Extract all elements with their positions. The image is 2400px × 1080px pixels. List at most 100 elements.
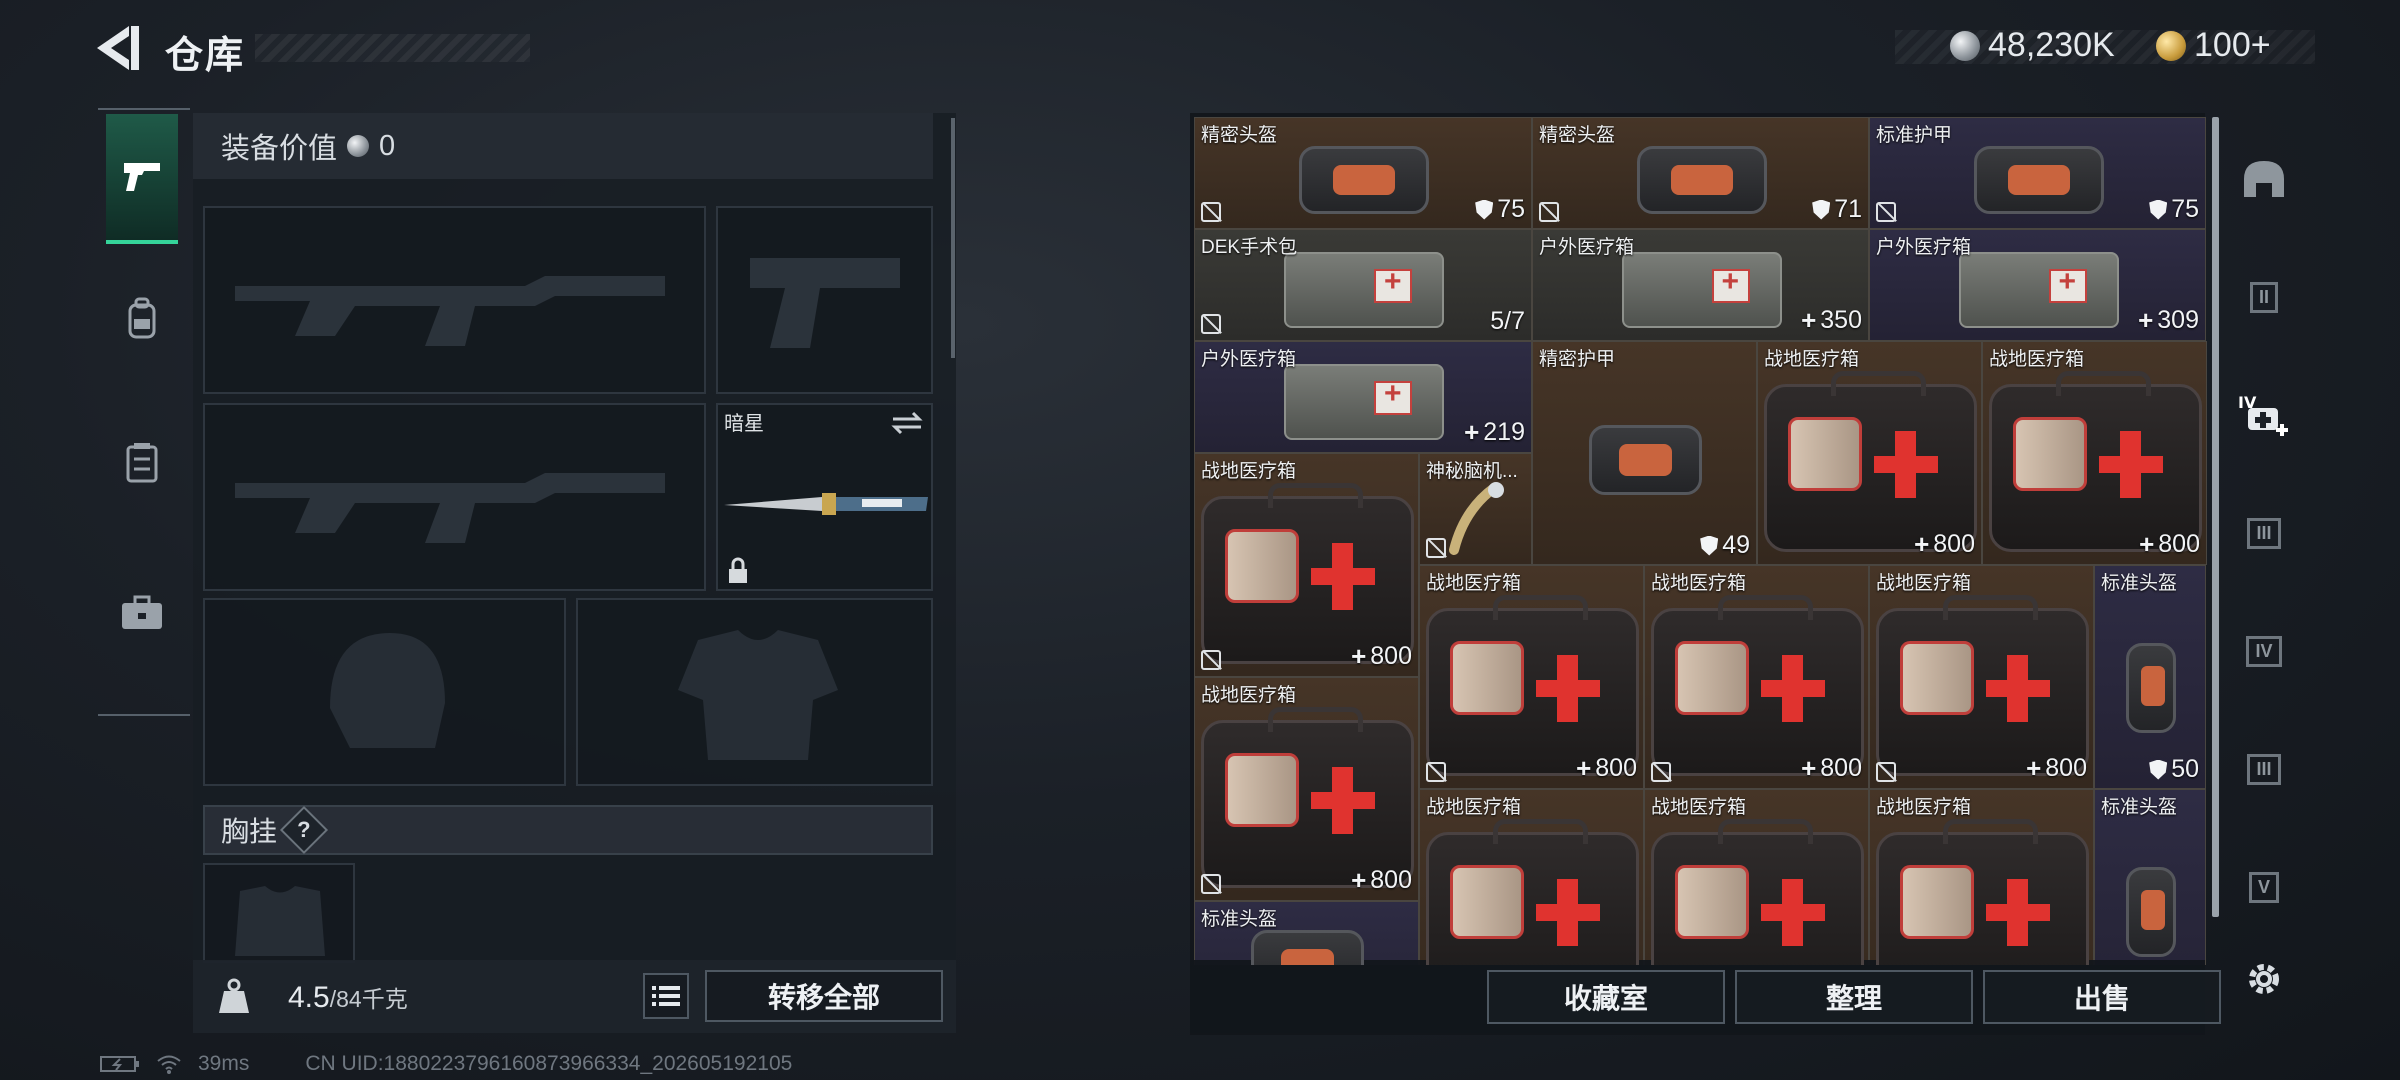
tab-chest-rig[interactable] (106, 400, 178, 526)
loadout-footer: 4.5/84千克 转移全部 (193, 960, 956, 1033)
sell-button[interactable]: 出售 (1983, 970, 2221, 1024)
collection-room-button[interactable]: 收藏室 (1487, 970, 1725, 1024)
list-view-button[interactable] (643, 973, 689, 1019)
stash-item[interactable]: 战地医疗箱 +800 (1757, 341, 1982, 565)
medical-kit-icon (1621, 251, 1782, 329)
stash-item[interactable]: 战地医疗箱 +800 (1419, 565, 1644, 789)
stash-item[interactable]: 战地医疗箱 (1419, 789, 1644, 965)
item-value-text: 800 (1370, 866, 1412, 894)
melee-slot[interactable]: 暗星 (716, 403, 933, 591)
tier-iii-b-filter-icon[interactable]: III (2238, 743, 2290, 795)
stash-item[interactable]: 标准头盔 (2094, 789, 2206, 965)
item-name: 精密护甲 (1539, 349, 1616, 370)
item-value-text: 309 (2157, 306, 2199, 334)
organize-button[interactable]: 整理 (1735, 970, 1973, 1024)
tier-ii-filter-icon[interactable]: II (2238, 271, 2290, 323)
stash-item[interactable]: 战地医疗箱 +800 (1644, 565, 1869, 789)
helmet-filter-icon[interactable] (2238, 153, 2290, 205)
helmet-icon (2126, 643, 2176, 733)
uninsured-icon (1426, 762, 1446, 782)
stash-item[interactable]: 战地医疗箱 (1644, 789, 1869, 965)
tier-v-filter-icon[interactable]: V (2238, 861, 2290, 913)
equipment-value-row: 装备价值 0 (193, 113, 933, 179)
chest-rig-slot[interactable] (203, 863, 355, 963)
item-name: 战地医疗箱 (1876, 573, 1972, 594)
first-aid-kit-icon (1200, 482, 1415, 665)
durability-shield-icon (1812, 199, 1831, 220)
stash-item[interactable]: 战地医疗箱 +800 (1982, 341, 2207, 565)
first-aid-kit-icon (1425, 594, 1640, 777)
primary-weapon-slot[interactable] (203, 206, 706, 394)
battery-icon (100, 1056, 139, 1072)
stash-item[interactable]: 战地医疗箱 +800 (1194, 677, 1419, 901)
transfer-all-button[interactable]: 转移全部 (705, 970, 943, 1022)
first-aid-kit-icon (1650, 594, 1865, 777)
rifle-silhouette-icon (235, 473, 665, 543)
durability-shield-icon (2149, 199, 2168, 220)
heal-plus-icon: + (1576, 753, 1592, 783)
stash-item[interactable]: 户外医疗箱 +309 (1869, 229, 2206, 341)
helmet-silhouette-icon (330, 633, 445, 748)
item-value: +309 (2138, 305, 2199, 336)
item-value: 75 (1475, 195, 1525, 224)
weight-readout: 4.5/84千克 (288, 980, 408, 1015)
armor-slot[interactable] (576, 598, 933, 786)
tab-backpack[interactable] (106, 256, 178, 382)
stash-item[interactable]: 标准头盔 50 (2094, 565, 2206, 789)
item-name: 战地医疗箱 (1764, 349, 1860, 370)
stash-item[interactable]: 战地医疗箱 +800 (1869, 565, 2094, 789)
item-value: +800 (1576, 753, 1637, 784)
first-aid-kit-icon (1875, 818, 2090, 965)
item-name: DEK手术包 (1201, 237, 1298, 258)
stash-scrollbar[interactable] (2212, 117, 2219, 917)
heal-plus-icon: + (1351, 865, 1367, 895)
rifle-silhouette-icon (235, 276, 665, 346)
stash-item[interactable]: 精密护甲 49 (1532, 341, 1757, 565)
sidearm-slot[interactable] (716, 206, 933, 394)
status-bar: 39ms CN UID:1880223796160873966334_20260… (1, 1052, 792, 1076)
med-iv-filter-icon[interactable]: IV (2238, 389, 2290, 441)
item-value-text: 800 (1933, 530, 1975, 558)
silver-currency: 48,230K (1950, 26, 2115, 65)
back-button[interactable] (95, 22, 141, 74)
silver-coin-icon (347, 135, 370, 157)
swap-icon[interactable] (889, 409, 925, 437)
item-value-text: 800 (1370, 642, 1412, 670)
uninsured-icon (1201, 650, 1221, 670)
loadout-scrollbar[interactable] (951, 118, 955, 358)
lock-icon (729, 557, 747, 583)
stash-item[interactable]: 户外医疗箱 +350 (1532, 229, 1869, 341)
page-title: 仓库 (165, 35, 246, 77)
stash-footer: 收藏室 整理 出售 (1190, 960, 2221, 1033)
gold-currency[interactable]: 100+ (2156, 26, 2271, 65)
tier-iv-filter-icon[interactable]: IV (2238, 625, 2290, 677)
item-name: 战地医疗箱 (1651, 573, 1747, 594)
tab-weapons[interactable] (106, 114, 178, 244)
settings-gear-icon[interactable] (2238, 953, 2290, 1005)
helmet-slot[interactable] (203, 598, 566, 786)
stash-item[interactable]: 标准头盔 (1194, 901, 1419, 965)
item-value: +350 (1801, 305, 1862, 336)
uninsured-icon (1651, 762, 1671, 782)
stash-item[interactable]: 标准护甲 75 (1869, 117, 2206, 229)
first-aid-kit-icon (1988, 370, 2203, 553)
item-name: 战地医疗箱 (1201, 685, 1297, 706)
help-icon[interactable]: ? (279, 805, 329, 855)
stash-item[interactable]: 战地医疗箱 (1869, 789, 2094, 965)
tab-case[interactable] (106, 550, 178, 676)
stash-item[interactable]: 精密头盔 71 (1532, 117, 1869, 229)
melee-name: 暗星 (724, 413, 764, 435)
uninsured-icon (1426, 538, 1446, 558)
briefcase-icon (122, 595, 162, 629)
item-value-text: 75 (1497, 195, 1525, 223)
stash-item[interactable]: 神秘脑机... (1419, 453, 1532, 565)
stash-item[interactable]: DEK手术包 5/7 (1194, 229, 1532, 341)
stash-item[interactable]: 战地医疗箱 +800 (1194, 453, 1419, 677)
stash-item[interactable]: 精密头盔 75 (1194, 117, 1532, 229)
item-value-text: 5/7 (1490, 307, 1525, 335)
tier-iii-filter-icon[interactable]: III (2238, 507, 2290, 559)
stash-item[interactable]: 户外医疗箱 +219 (1194, 341, 1532, 453)
ping-readout: 39ms (198, 1052, 250, 1075)
secondary-weapon-slot[interactable] (203, 403, 706, 591)
back-arrow-icon (97, 26, 139, 70)
